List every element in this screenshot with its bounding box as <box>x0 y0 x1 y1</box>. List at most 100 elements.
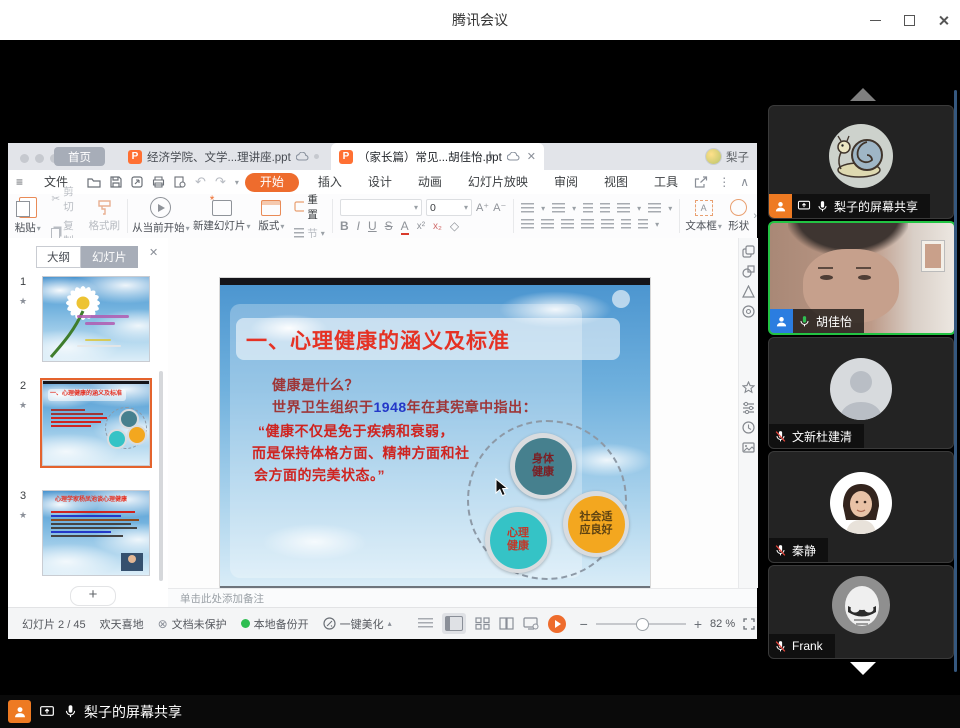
slide-canvas[interactable]: 一、心理健康的涵义及标准 健康是什么？ 世界卫生组织于1948年在其宪章中指出：… <box>168 238 738 588</box>
increase-indent-button[interactable] <box>600 203 610 213</box>
undo-button[interactable]: ↶ <box>195 174 206 190</box>
align-left-button[interactable] <box>521 219 534 229</box>
paste-button[interactable]: 粘贴▾ <box>8 194 47 238</box>
superscript-button[interactable]: x² <box>417 221 425 232</box>
ribbon-more-icon[interactable]: › <box>753 210 757 222</box>
hamburger-icon[interactable]: ≡ <box>8 170 31 194</box>
line-spacing-button[interactable] <box>621 219 631 229</box>
italic-button[interactable]: I <box>357 219 360 233</box>
sidebar-scrollbar[interactable] <box>954 90 957 672</box>
video-tile-sharer[interactable]: 梨子的屏幕共享 <box>768 105 954 219</box>
maximize-button[interactable] <box>892 0 926 40</box>
video-tile-5[interactable]: Frank <box>768 565 954 659</box>
seal-icon[interactable] <box>742 305 755 318</box>
slideshow-play-button[interactable] <box>548 615 566 633</box>
reading-view-button[interactable] <box>499 617 514 630</box>
font-color-button[interactable]: A <box>401 219 409 233</box>
shrink-font-button[interactable]: A⁻ <box>493 201 506 214</box>
slide-quote-line1[interactable]: “健康不仅是免于疾病和衰弱， <box>258 421 454 441</box>
new-slide-button[interactable]: 新建幻灯片▾ <box>191 194 253 238</box>
video-tile-speaking[interactable]: 胡佳怡 <box>768 221 956 335</box>
fullscreen-button[interactable] <box>743 618 755 630</box>
subscript-button[interactable]: x₂ <box>433 221 442 232</box>
strikethrough-button[interactable]: S <box>385 219 393 233</box>
close-button[interactable] <box>926 0 960 40</box>
collapse-ribbon-icon[interactable]: ∧ <box>740 175 749 189</box>
numbered-list-button[interactable] <box>552 203 565 213</box>
save-icon[interactable] <box>110 176 122 188</box>
object-icon[interactable] <box>742 245 755 258</box>
video-tile-3[interactable]: 文新杜建清 <box>768 337 954 449</box>
more-menu-icon[interactable]: ⋮ <box>718 175 730 189</box>
notes-view-button[interactable] <box>418 618 433 629</box>
bullet-list-button[interactable] <box>521 203 534 213</box>
slide-thumbnail-1[interactable] <box>42 276 150 362</box>
menu-design[interactable]: 设计 <box>355 170 405 194</box>
home-tab[interactable]: 首页 <box>54 147 105 166</box>
menu-tools[interactable]: 工具 <box>641 170 691 194</box>
font-name-select[interactable]: ▾ <box>340 199 422 216</box>
decrease-indent-button[interactable] <box>583 203 593 213</box>
outline-tab[interactable]: 大纲 <box>36 246 81 268</box>
clear-format-button[interactable]: ◇ <box>450 219 459 233</box>
menu-view[interactable]: 视图 <box>591 170 641 194</box>
preview-icon[interactable] <box>174 176 186 188</box>
bold-button[interactable]: B <box>340 219 349 233</box>
slide-title[interactable]: 一、心理健康的涵义及标准 <box>246 325 510 355</box>
underline-button[interactable]: U <box>368 219 377 233</box>
normal-view-button-selected[interactable] <box>442 613 466 634</box>
scroll-up-arrow[interactable] <box>850 88 876 101</box>
align-right-button[interactable] <box>561 219 574 229</box>
presenter-view-button[interactable] <box>523 617 539 630</box>
menu-animation[interactable]: 动画 <box>405 170 455 194</box>
zoom-in-button[interactable]: + <box>694 616 702 632</box>
export-icon[interactable] <box>131 176 143 188</box>
grow-font-button[interactable]: A⁺ <box>476 201 489 214</box>
share-icon[interactable] <box>694 176 708 188</box>
panel-close-icon[interactable]: ✕ <box>149 246 158 259</box>
font-size-select[interactable]: 0▾ <box>426 199 472 216</box>
bubble-social-adapt[interactable]: 社会适应良好 <box>563 491 629 557</box>
image-icon[interactable] <box>742 441 755 454</box>
scroll-down-arrow[interactable] <box>850 662 876 675</box>
redo-button[interactable]: ↷ <box>215 174 226 190</box>
slide-thumbnail-2-selected[interactable]: 一、心理健康的涵义及标准 <box>42 380 150 466</box>
quick-access-caret-icon[interactable]: ▾ <box>235 178 239 187</box>
zoom-out-button[interactable]: − <box>580 616 588 632</box>
zoom-slider-thumb[interactable] <box>636 618 649 631</box>
play-from-current-button[interactable]: 从当前开始▾ <box>131 194 191 238</box>
slide-thumbnail-3[interactable]: 心理学家杨凤池谈心理健康 <box>42 490 150 576</box>
notes-bar[interactable]: 单击此处添加备注 <box>168 588 757 608</box>
menu-start-active[interactable]: 开始 <box>245 173 299 192</box>
open-icon[interactable] <box>87 176 101 188</box>
video-tile-4[interactable]: 秦静 <box>768 451 954 563</box>
zoom-level[interactable]: 82 % <box>710 618 735 630</box>
slide-sorter-button[interactable] <box>475 617 490 630</box>
shape-button[interactable]: 形状 <box>724 194 753 238</box>
new-tab-button[interactable]: + <box>480 146 500 166</box>
bubble-body-health[interactable]: 身体健康 <box>510 433 576 499</box>
slide-text-line2[interactable]: 世界卫生组织于1948年在其宪章中指出： <box>272 397 537 417</box>
theme-name[interactable]: 欢天喜地 <box>100 616 144 632</box>
settings-sliders-icon[interactable] <box>742 401 755 414</box>
tab-close-icon[interactable]: ✕ <box>527 150 536 163</box>
menu-insert[interactable]: 插入 <box>305 170 355 194</box>
protection-status[interactable]: ⊗文档未保护 <box>158 616 227 632</box>
align-center-button[interactable] <box>541 219 554 229</box>
doc-tab-2-active[interactable]: P （家长篇）常见...胡佳怡.ppt ✕ <box>331 143 544 170</box>
justify-button[interactable] <box>581 219 594 229</box>
bubble-mental-health[interactable]: 心理健康 <box>485 507 551 573</box>
align-text-button[interactable] <box>648 203 661 213</box>
print-icon[interactable] <box>152 176 165 188</box>
slide-quote-line3[interactable]: 会方面的完美状态。” <box>254 465 385 485</box>
cut-button[interactable]: ✂剪切 <box>51 184 80 214</box>
backup-status[interactable]: 本地备份开 <box>241 616 309 632</box>
menu-slideshow[interactable]: 幻灯片放映 <box>455 170 541 194</box>
slide-quote-line2[interactable]: 而是保持体格方面、精神方面和社 <box>252 443 470 463</box>
minimize-button[interactable] <box>858 0 892 40</box>
slides-tab[interactable]: 幻灯片 <box>81 246 138 268</box>
panel-scrollbar[interactable] <box>159 371 163 581</box>
zoom-slider[interactable] <box>596 623 686 625</box>
slide-editing-area[interactable]: 一、心理健康的涵义及标准 健康是什么？ 世界卫生组织于1948年在其宪章中指出：… <box>220 278 650 588</box>
distribute-button[interactable] <box>601 219 614 229</box>
